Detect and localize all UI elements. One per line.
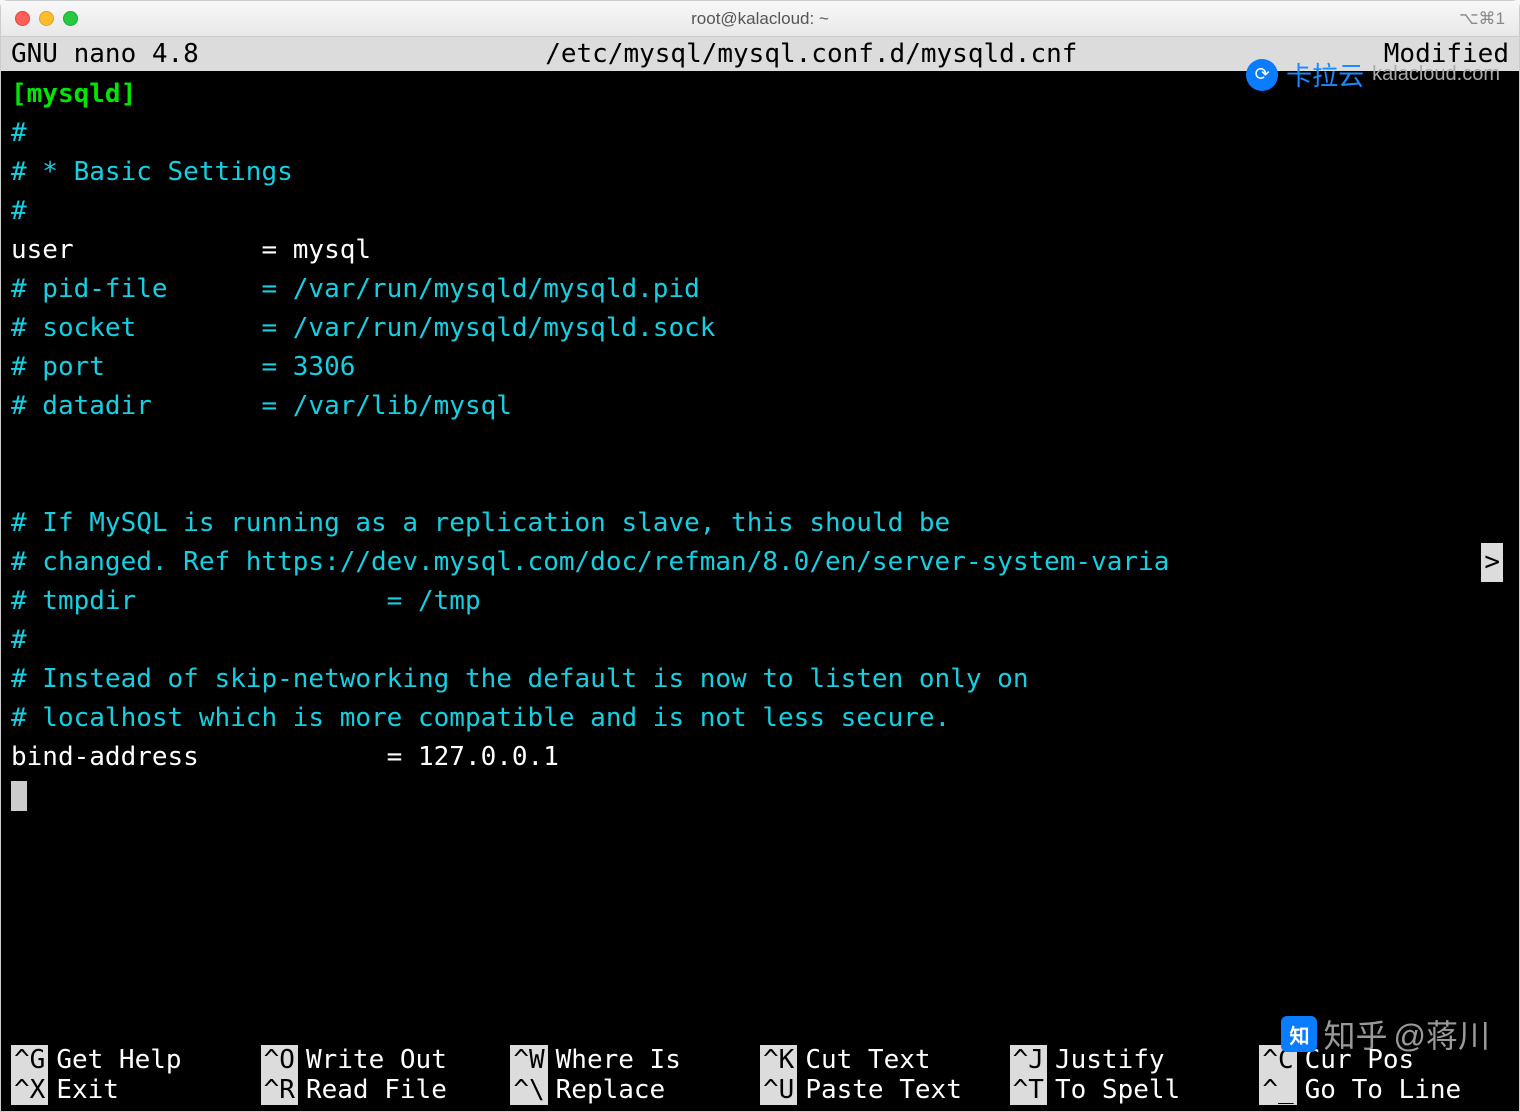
terminal-line: # localhost which is more compatible and… (11, 699, 1509, 738)
terminal-line: # tmpdir = /tmp (11, 582, 1509, 621)
shortcut-label: Cut Text (805, 1045, 930, 1075)
minimize-icon[interactable] (39, 11, 54, 26)
nano-app-name: GNU nano 4.8 (11, 39, 239, 69)
terminal-line: # (11, 192, 1509, 231)
shortcut-label: Write Out (306, 1045, 447, 1075)
terminal-text: user = mysql (11, 235, 371, 265)
shortcut-get-help[interactable]: ^G Get Help (11, 1045, 261, 1075)
terminal-line: # datadir = /var/lib/mysql (11, 387, 1509, 426)
maximize-icon[interactable] (63, 11, 78, 26)
terminal-text: # (11, 118, 27, 148)
terminal-text: # port = 3306 (11, 352, 355, 382)
terminal-line: # (11, 114, 1509, 153)
terminal-line (11, 426, 1509, 465)
shortcut-go-to-line[interactable]: ^_ Go To Line (1259, 1075, 1509, 1105)
terminal-text: [mysqld] (11, 79, 136, 109)
terminal-line: user = mysql (11, 231, 1509, 270)
terminal-text: # datadir = /var/lib/mysql (11, 391, 512, 421)
shortcut-key: ^T (1010, 1075, 1047, 1105)
terminal-text: # pid-file = /var/run/mysqld/mysqld.pid (11, 274, 700, 304)
shortcut-to-spell[interactable]: ^T To Spell (1010, 1075, 1260, 1105)
shortcut-paste-text[interactable]: ^U Paste Text (760, 1075, 1010, 1105)
overflow-indicator: > (1481, 543, 1503, 582)
terminal-line: # pid-file = /var/run/mysqld/mysqld.pid (11, 270, 1509, 309)
shortcut-key: ^K (760, 1045, 797, 1075)
watermark-brand-cn: 卡拉云 (1286, 56, 1364, 93)
cursor-line (11, 777, 1509, 816)
shortcut-label: To Spell (1055, 1075, 1180, 1105)
shortcut-label: Exit (56, 1075, 119, 1105)
watermark-author: @蒋川 (1394, 1011, 1491, 1057)
shortcut-where-is[interactable]: ^W Where Is (510, 1045, 760, 1075)
shortcut-key: ^\ (510, 1075, 547, 1105)
shortcut-label: Go To Line (1305, 1075, 1462, 1105)
shortcut-label: Where Is (556, 1045, 681, 1075)
shortcut-key: ^X (11, 1075, 48, 1105)
terminal-body[interactable]: [mysqld] # # * Basic Settings # user = mysql… (1, 71, 1519, 1045)
terminal-line: # changed. Ref https://dev.mysql.com/doc… (11, 543, 1509, 582)
shortcut-key: ^U (760, 1075, 797, 1105)
terminal-line: # * Basic Settings (11, 153, 1509, 192)
shortcut-replace[interactable]: ^\ Replace (510, 1075, 760, 1105)
traffic-lights (15, 11, 78, 26)
titlebar-right-icons: ⌥⌘1 (1459, 9, 1505, 29)
shortcut-label: Get Help (56, 1045, 181, 1075)
shortcut-cut-text[interactable]: ^K Cut Text (760, 1045, 1010, 1075)
terminal-text: # Instead of skip-networking the default… (11, 664, 1028, 694)
shortcut-justify[interactable]: ^J Justify (1010, 1045, 1260, 1075)
text-cursor (11, 781, 27, 811)
close-icon[interactable] (15, 11, 30, 26)
terminal-text: # (11, 196, 27, 226)
terminal-line: # Instead of skip-networking the default… (11, 660, 1509, 699)
nano-filepath: /etc/mysql/mysql.conf.d/mysqld.cnf (239, 39, 1384, 69)
terminal-line: bind-address = 127.0.0.1 (11, 738, 1509, 777)
kalacloud-logo-icon: ⟳ (1246, 59, 1278, 91)
terminal-text (11, 430, 27, 460)
shortcut-key: ^O (261, 1045, 298, 1075)
shortcut-write-out[interactable]: ^O Write Out (261, 1045, 511, 1075)
terminal-text: # socket = /var/run/mysqld/mysqld.sock (11, 313, 715, 343)
terminal-text: # tmpdir = /tmp (11, 586, 481, 616)
shortcut-label: Read File (306, 1075, 447, 1105)
shortcut-read-file[interactable]: ^R Read File (261, 1075, 511, 1105)
terminal-text: # changed. Ref https://dev.mysql.com/doc… (11, 547, 1169, 577)
terminal-line: # port = 3306 (11, 348, 1509, 387)
terminal-line: # (11, 621, 1509, 660)
terminal-line: # socket = /var/run/mysqld/mysqld.sock (11, 309, 1509, 348)
terminal-text: # If MySQL is running as a replication s… (11, 508, 950, 538)
terminal-window: root@kalacloud: ~ ⌥⌘1 GNU nano 4.8 /etc/… (0, 0, 1520, 1112)
terminal-text: bind-address = 127.0.0.1 (11, 742, 559, 772)
shortcut-key: ^_ (1259, 1075, 1296, 1105)
shortcut-key: ^W (510, 1045, 547, 1075)
shortcut-key: ^J (1010, 1045, 1047, 1075)
terminal-text: # localhost which is more compatible and… (11, 703, 950, 733)
titlebar[interactable]: root@kalacloud: ~ ⌥⌘1 (1, 1, 1519, 37)
watermark-platform: 知乎 (1323, 1011, 1387, 1057)
terminal-line: # If MySQL is running as a replication s… (11, 504, 1509, 543)
watermark-brand-en: kalacloud.com (1372, 63, 1500, 86)
watermark-top: ⟳ 卡拉云 kalacloud.com (1246, 56, 1500, 93)
watermark-bottom: 知 知乎 @蒋川 (1281, 1011, 1490, 1057)
terminal-text: # (11, 625, 27, 655)
terminal-text (11, 469, 27, 499)
shortcut-label: Paste Text (805, 1075, 962, 1105)
shortcut-label: Replace (556, 1075, 666, 1105)
terminal-line (11, 465, 1509, 504)
shortcut-key: ^G (11, 1045, 48, 1075)
shortcut-label: Justify (1055, 1045, 1165, 1075)
terminal-text: # * Basic Settings (11, 157, 293, 187)
shortcut-exit[interactable]: ^X Exit (11, 1075, 261, 1105)
window-title: root@kalacloud: ~ (691, 9, 829, 29)
shortcut-key: ^R (261, 1075, 298, 1105)
zhihu-logo-icon: 知 (1281, 1016, 1317, 1052)
